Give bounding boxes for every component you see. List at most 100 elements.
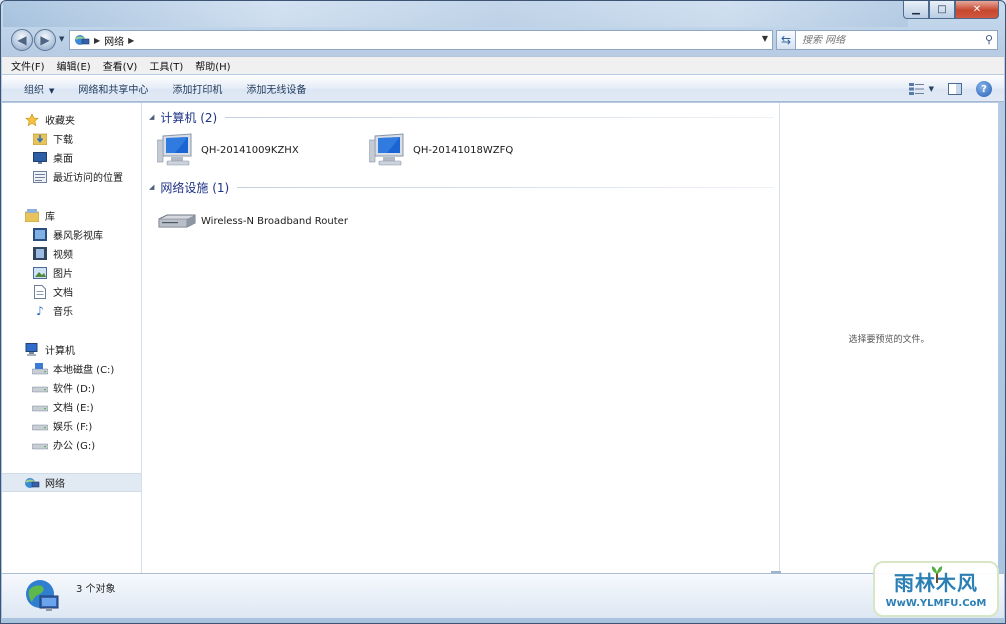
computer-icon [157,132,197,168]
explorer-window: ▁ □ ✕ ◀ ▶ ▼ ▶ 网络 ▶ ▼ ⇆ ⚲ 文件(F) 编辑(E) 查看(… [0,0,1006,624]
sidebar-item-recent-places[interactable]: 最近访问的位置 [2,167,141,186]
drive-icon [32,438,48,452]
group-header-network-infrastructure[interactable]: ◢ 网络设施 (1) [149,178,774,196]
sidebar-item-pictures[interactable]: 图片 [2,263,141,282]
window-titlebar[interactable] [3,1,908,27]
collapse-triangle-icon[interactable]: ◢ [149,113,154,121]
system-drive-icon [32,362,48,376]
group-divider [237,186,774,188]
help-button[interactable]: ? [976,81,992,97]
sidebar-item-label: 文档 [53,288,73,299]
tree-icon [931,566,943,583]
network-computer-item[interactable]: QH-20141009KZHX [157,130,299,170]
network-sharing-center-button[interactable]: 网络和共享中心 [78,81,148,96]
sidebar-item-label: 娱乐 (F:) [53,422,93,433]
sidebar-item-computer[interactable]: 计算机 [2,340,141,359]
forward-button[interactable]: ▶ [34,29,56,51]
router-item[interactable]: Wireless-N Broadband Router [157,201,348,241]
sidebar-item-documents[interactable]: 文档 [2,282,141,301]
site-watermark-logo: 雨林木风 WwW.YLMFU.CoM [873,561,999,617]
change-view-button[interactable] [908,80,926,98]
recent-places-icon [32,170,48,184]
search-input[interactable] [802,34,972,46]
sidebar-item-network[interactable]: 网络 [2,473,141,492]
network-computer-item[interactable]: QH-20141018WZFQ [369,130,513,170]
group-divider [225,116,774,118]
menu-tools[interactable]: 工具(T) [149,58,183,73]
details-pane: 3 个对象 [2,573,1004,618]
drive-icon [32,381,48,395]
content-area: 收藏夹 下载 桌面 最近访问的位置 库 暴风影视库 视频 图片 文档 ♪ 音乐 … [2,103,998,573]
caption-buttons: ▁ □ ✕ [903,1,999,19]
file-list[interactable]: ◢ 计算机 (2) QH-20141009KZHX QH-20141018WZF… [143,103,779,573]
address-dropdown-icon[interactable]: ▼ [762,34,768,43]
sidebar-item-baofeng-library[interactable]: 暴风影视库 [2,225,141,244]
sidebar-item-label: 软件 (D:) [53,384,96,395]
refresh-button[interactable]: ⇆ [776,30,796,50]
desktop-icon [32,151,48,165]
downloads-folder-icon [32,132,48,146]
network-icon [75,35,90,45]
collapse-triangle-icon[interactable]: ◢ [149,183,154,191]
sidebar-item-drive-c[interactable]: 本地磁盘 (C:) [2,359,141,378]
add-wireless-device-button[interactable]: 添加无线设备 [246,81,306,96]
network-icon [24,476,40,490]
sidebar-item-label: 计算机 [45,346,75,357]
back-button[interactable]: ◀ [11,29,33,51]
item-label: Wireless-N Broadband Router [201,215,348,227]
view-dropdown-icon[interactable]: ▼ [929,85,934,93]
sidebar-item-label: 暴风影视库 [53,231,103,242]
sidebar-item-downloads[interactable]: 下载 [2,129,141,148]
organize-button[interactable]: 组织 ▼ [24,81,54,96]
add-printer-button[interactable]: 添加打印机 [172,81,222,96]
recent-pages-dropdown-icon[interactable]: ▼ [59,35,64,43]
command-bar: 组织 ▼ 网络和共享中心 添加打印机 添加无线设备 ▼ ? [2,75,1004,102]
breadcrumb-separator-icon[interactable]: ▶ [94,36,100,45]
watermark-url: WwW.YLMFU.CoM [885,598,987,609]
sidebar-item-label: 办公 (G:) [53,441,96,452]
computer-icon [369,132,409,168]
sidebar-item-drive-g[interactable]: 办公 (G:) [2,435,141,454]
group-header-computers[interactable]: ◢ 计算机 (2) [149,108,774,126]
search-box[interactable]: ⚲ [795,30,998,50]
router-icon [157,203,197,239]
navigation-pane[interactable]: 收藏夹 下载 桌面 最近访问的位置 库 暴风影视库 视频 图片 文档 ♪ 音乐 … [2,103,142,573]
forward-arrow-icon: ▶ [40,33,50,47]
group-title: 计算机 (2) [160,110,218,125]
navigation-bar: ◀ ▶ ▼ ▶ 网络 ▶ ▼ ⇆ ⚲ [9,29,999,51]
network-globe-icon [26,580,59,611]
address-bar[interactable]: ▶ 网络 ▶ ▼ [69,30,773,50]
preview-pane-icon [948,83,962,95]
sidebar-item-music[interactable]: ♪ 音乐 [2,301,141,320]
maximize-button[interactable]: □ [929,1,955,19]
sidebar-item-label: 库 [45,212,55,223]
sidebar-item-label: 本地磁盘 (C:) [53,365,115,376]
command-bar-tools: ▼ ? [896,80,992,98]
minimize-button[interactable]: ▁ [903,1,929,19]
refresh-icon: ⇆ [780,33,792,47]
preview-pane-button[interactable] [946,80,964,98]
search-icon[interactable]: ⚲ [985,33,993,46]
star-icon [24,112,40,127]
breadcrumb-chevron-icon[interactable]: ▶ [128,36,134,45]
organize-dropdown-icon: ▼ [49,87,55,95]
sidebar-item-desktop[interactable]: 桌面 [2,148,141,167]
close-button[interactable]: ✕ [955,1,999,19]
sidebar-item-videos[interactable]: 视频 [2,244,141,263]
sidebar-item-drive-f[interactable]: 娱乐 (F:) [2,416,141,435]
sidebar-item-label: 收藏夹 [45,116,75,127]
drive-icon [32,419,48,433]
drive-icon [32,400,48,414]
menu-file[interactable]: 文件(F) [11,58,45,73]
menu-edit[interactable]: 编辑(E) [57,58,91,73]
menu-view[interactable]: 查看(V) [103,58,138,73]
sidebar-item-drive-e[interactable]: 文档 (E:) [2,397,141,416]
sidebar-item-libraries[interactable]: 库 [2,206,141,225]
libraries-icon [24,209,40,223]
preview-placeholder-text: 选择要预览的文件。 [848,335,930,345]
menu-help[interactable]: 帮助(H) [195,58,230,73]
sidebar-item-drive-d[interactable]: 软件 (D:) [2,378,141,397]
video-library-icon [32,228,48,242]
breadcrumb-network[interactable]: 网络 [104,33,124,48]
sidebar-item-favorites[interactable]: 收藏夹 [2,110,141,129]
